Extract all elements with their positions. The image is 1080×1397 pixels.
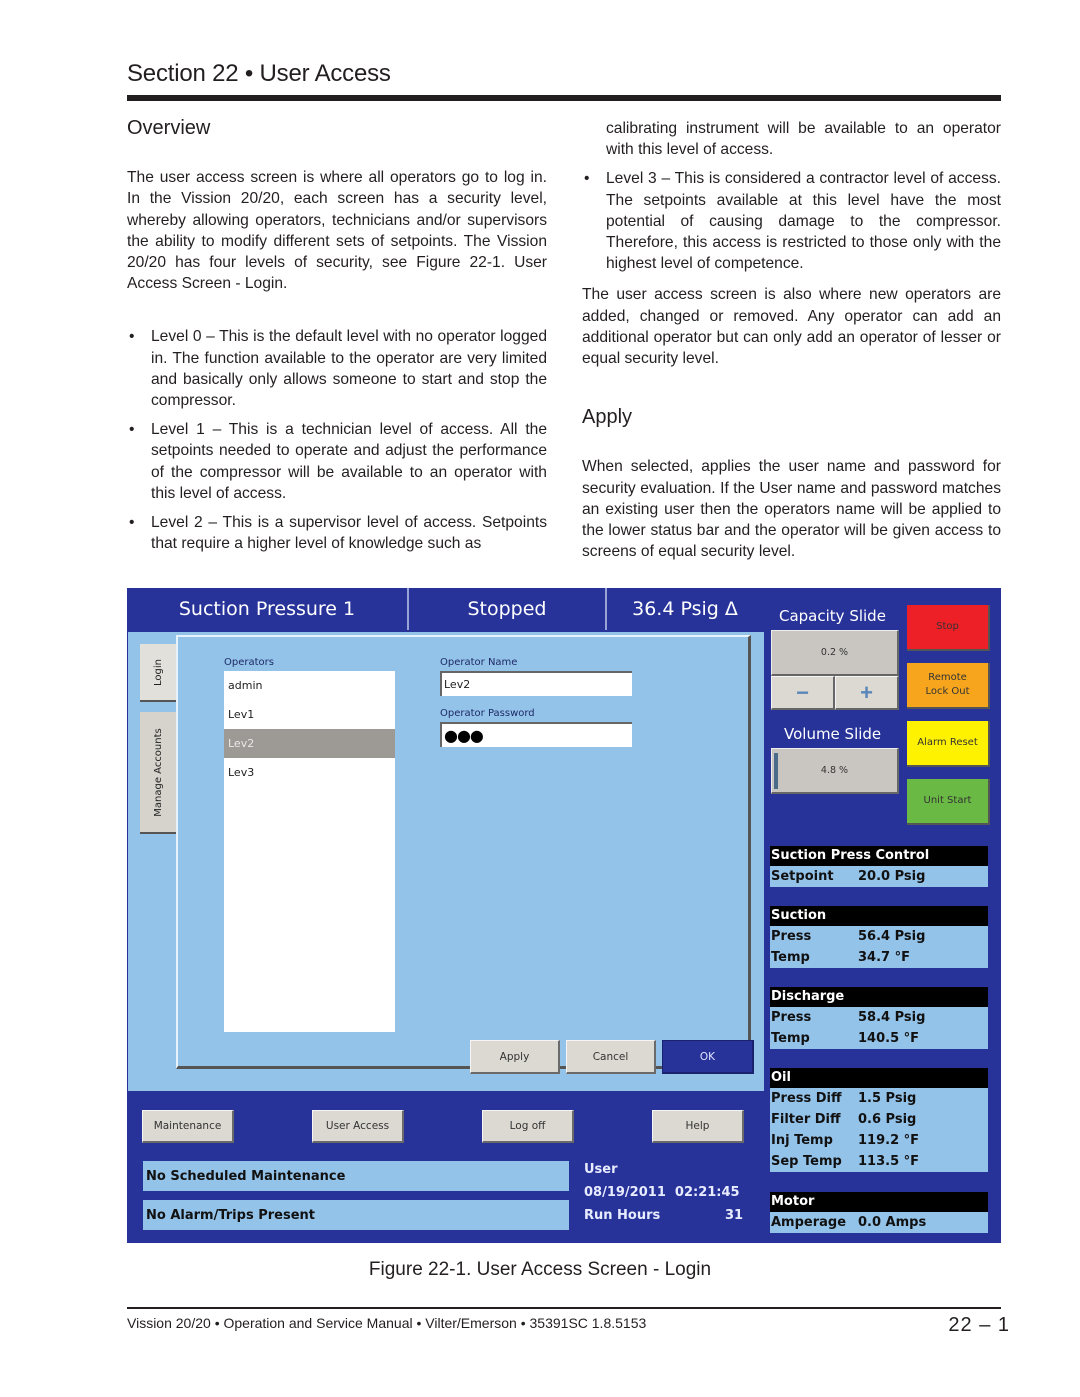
- login-panel: Operators admin Lev1 Lev2 Lev3 Operator …: [176, 635, 751, 1069]
- operators-label: Operators: [224, 657, 274, 668]
- level-3-item: • Level 3 – This is considered a contract…: [584, 170, 1001, 273]
- apply-heading: Apply: [582, 406, 633, 429]
- info-suction-press-control: Suction Press Control Setpoint 20.0 Psig: [770, 846, 988, 887]
- operator-item[interactable]: Lev1: [224, 700, 395, 729]
- volume-slide-value: 4.8 %: [771, 748, 899, 794]
- overview-heading: Overview: [127, 117, 211, 139]
- apply-button[interactable]: Apply: [470, 1040, 560, 1074]
- operator-name-input[interactable]: Lev2: [440, 671, 632, 696]
- login-dialog: Login Manage Accounts Operators admin Le…: [128, 632, 764, 1091]
- operator-item-selected[interactable]: Lev2: [224, 729, 395, 758]
- tab-login[interactable]: Login: [140, 644, 176, 702]
- cancel-button[interactable]: Cancel: [566, 1040, 656, 1074]
- info-row: Press 58.4 Psig: [770, 1007, 988, 1028]
- left-column: Overview The user access screen is where…: [127, 117, 547, 562]
- info-row: Filter Diff 0.6 Psig: [770, 1109, 988, 1130]
- process-value-label: 36.4 Psig Δ: [632, 598, 738, 620]
- current-user-label: User: [584, 1162, 618, 1177]
- footer-text: Vission 20/20 • Operation and Service Ma…: [127, 1315, 647, 1331]
- minus-icon: −: [796, 679, 809, 705]
- info-discharge: Discharge Press 58.4 Psig Temp 140.5 °F: [770, 987, 988, 1049]
- info-row: Press Diff 1.5 Psig: [770, 1088, 988, 1109]
- info-row: Temp 34.7 °F: [770, 947, 988, 968]
- capacity-slide-value: 0.2 %: [771, 630, 899, 676]
- control-mode-label: Suction Pressure 1: [127, 588, 409, 630]
- info-row: Sep Temp 113.5 °F: [770, 1151, 988, 1172]
- section-title: Section 22 • User Access: [127, 60, 391, 87]
- level-2-item: • Level 2 – This is a supervisor level of…: [129, 514, 547, 553]
- volume-slide-label: Volume Slide: [784, 725, 882, 743]
- run-status-label: Stopped: [409, 588, 607, 630]
- info-suction: Suction Press 56.4 Psig Temp 34.7 °F: [770, 906, 988, 968]
- maintenance-status: No Scheduled Maintenance: [143, 1161, 569, 1191]
- plus-icon: +: [860, 679, 873, 705]
- overview-closing: The user access screen is also where new…: [582, 286, 1001, 368]
- datetime-readout: 08/19/2011 02:21:45: [584, 1185, 740, 1200]
- footer-rule: [127, 1307, 1001, 1309]
- unit-start-button[interactable]: Unit Start: [907, 779, 990, 825]
- operators-list[interactable]: admin Lev1 Lev2 Lev3: [224, 671, 395, 1032]
- title-rule: [127, 95, 1001, 101]
- level-0-item: • Level 0 – This is the default level wit…: [129, 328, 547, 410]
- help-button[interactable]: Help: [652, 1110, 744, 1143]
- info-row: Temp 140.5 °F: [770, 1028, 988, 1049]
- operator-item[interactable]: admin: [224, 671, 395, 700]
- figure-caption: Figure 22-1. User Access Screen - Login: [368, 1259, 712, 1280]
- apply-body: When selected, applies the user name and…: [582, 458, 1001, 561]
- level-2-continued: calibrating instrument will be available…: [606, 120, 1001, 159]
- operator-password-label: Operator Password: [440, 708, 535, 719]
- operator-password-input[interactable]: ●●●: [440, 722, 632, 747]
- ok-button[interactable]: OK: [662, 1040, 754, 1074]
- capacity-decrease-button[interactable]: −: [771, 676, 835, 710]
- capacity-increase-button[interactable]: +: [835, 676, 899, 710]
- bullet-icon: •: [129, 421, 135, 439]
- run-hours-label: Run Hours: [584, 1208, 661, 1223]
- right-column: calibrating instrument will be available…: [582, 118, 1001, 562]
- alarm-reset-button[interactable]: Alarm Reset: [907, 721, 990, 767]
- capacity-slide-label: Capacity Slide: [779, 607, 886, 625]
- info-row: Setpoint 20.0 Psig: [770, 866, 988, 887]
- remote-lock-out-button[interactable]: Remote Lock Out: [907, 663, 990, 709]
- bullet-icon: •: [129, 328, 135, 346]
- user-access-button[interactable]: User Access: [312, 1110, 404, 1143]
- page-number: 22 – 1: [948, 1314, 1010, 1336]
- bullet-icon: •: [129, 514, 135, 532]
- run-hours-value: 31: [725, 1208, 744, 1223]
- operator-item[interactable]: Lev3: [224, 758, 395, 787]
- tab-manage-accounts[interactable]: Manage Accounts: [140, 712, 176, 834]
- volume-slide-indicator: [774, 753, 778, 789]
- info-row: Amperage 0.0 Amps: [770, 1212, 988, 1233]
- info-row: Inj Temp 119.2 °F: [770, 1130, 988, 1151]
- stop-button[interactable]: Stop: [907, 605, 990, 651]
- bullet-icon: •: [584, 170, 590, 188]
- hmi-header: Suction Pressure 1 Stopped 36.4 Psig Δ: [127, 588, 763, 630]
- info-oil: Oil Press Diff 1.5 Psig Filter Diff 0.6 Ps…: [770, 1068, 988, 1172]
- security-levels-list: • Level 0 – This is the default level wit…: [127, 326, 547, 554]
- alarm-status: No Alarm/Trips Present: [143, 1200, 569, 1230]
- info-row: Press 56.4 Psig: [770, 926, 988, 947]
- info-motor: Motor Amperage 0.0 Amps: [770, 1192, 988, 1233]
- maintenance-button[interactable]: Maintenance: [142, 1110, 234, 1143]
- hmi-screen: Suction Pressure 1 Stopped 36.4 Psig Δ L…: [127, 588, 1001, 1243]
- operator-name-label: Operator Name: [440, 657, 518, 668]
- level-1-item: • Level 1 – This is a technician level of…: [129, 421, 547, 502]
- overview-intro: The user access screen is where all oper…: [127, 169, 547, 293]
- log-off-button[interactable]: Log off: [482, 1110, 574, 1143]
